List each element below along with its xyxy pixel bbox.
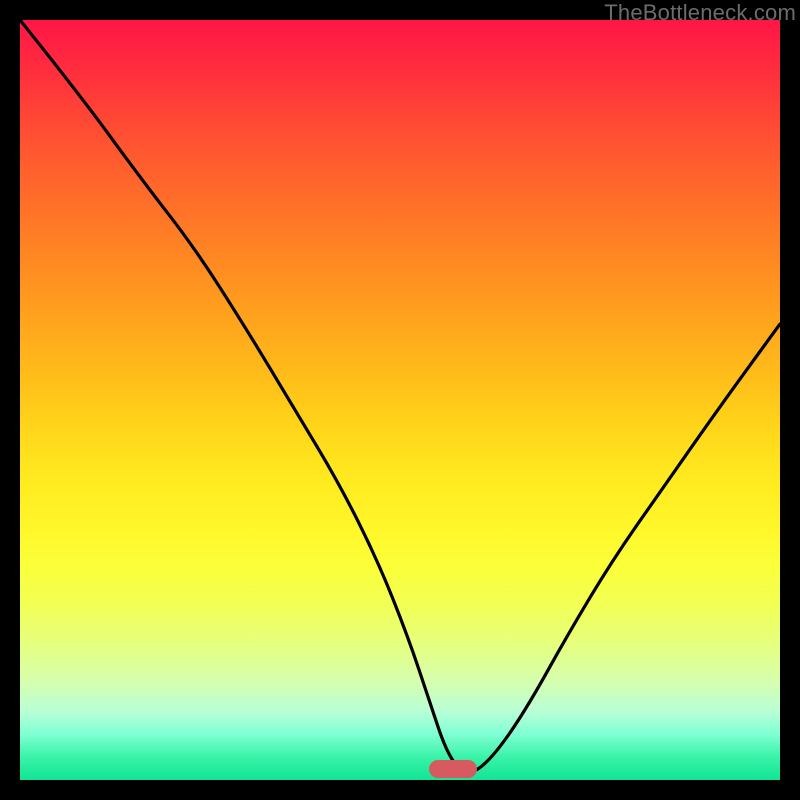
- optimal-marker-pill: [429, 760, 477, 778]
- chart-frame: [20, 20, 780, 780]
- bottleneck-curve: [20, 20, 780, 780]
- watermark-text: TheBottleneck.com: [604, 0, 796, 26]
